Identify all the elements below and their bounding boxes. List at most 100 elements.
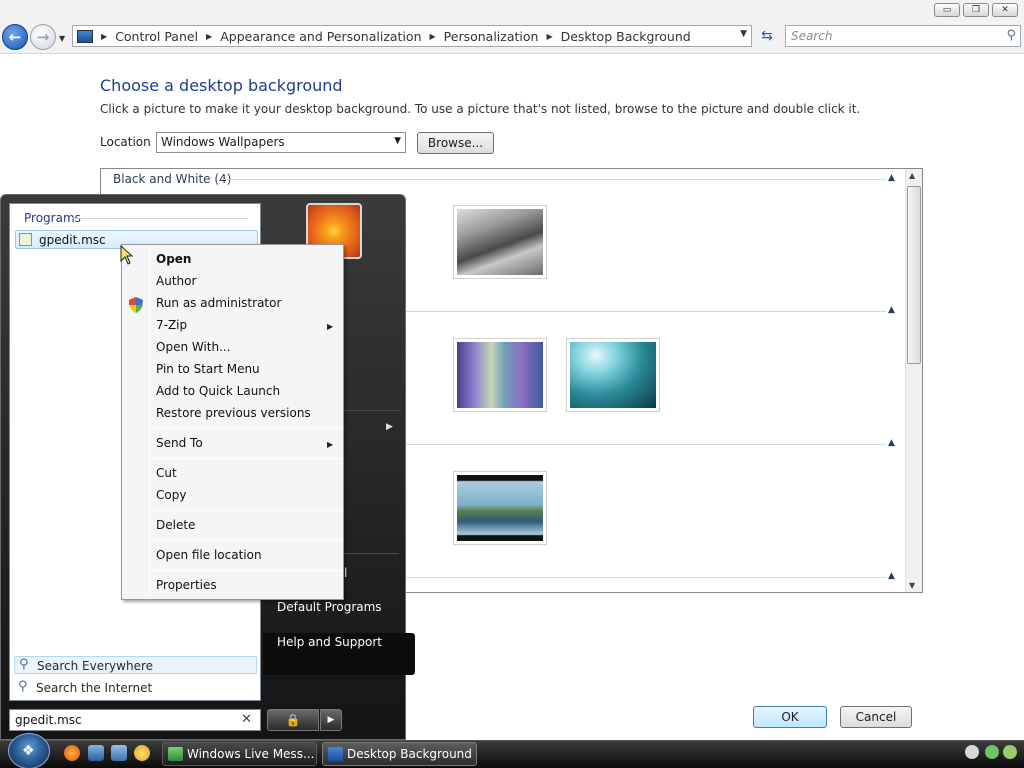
firefox-icon[interactable] [64,745,80,761]
chevron-right-icon[interactable]: ▶ [430,32,436,41]
help-support-item[interactable]: Help and Support [277,635,382,649]
menu-item-author[interactable]: Author [156,274,196,288]
breadcrumb-control-panel[interactable]: Control Panel [115,29,198,44]
refresh-icon: ⇆ [761,28,773,44]
search-everywhere-label: Search Everywhere [37,659,153,673]
menu-item-restore-versions[interactable]: Restore previous versions [156,406,311,420]
menu-separator [152,510,342,511]
wallpaper-thumbnail[interactable] [566,338,660,412]
breadcrumb-desktop-background[interactable]: Desktop Background [561,29,691,44]
recent-pages-dropdown[interactable]: ▼ [59,34,65,43]
menu-separator [152,428,342,429]
menu-item-delete[interactable]: Delete [156,518,195,532]
menu-icon-gutter [149,247,150,597]
cancel-button[interactable]: Cancel [840,706,912,728]
windows-logo-icon: ❖ [22,743,35,759]
chevron-right-icon[interactable]: ▶ [546,32,552,41]
menu-item-add-quick-launch[interactable]: Add to Quick Launch [156,384,280,398]
collapse-icon[interactable]: ▲ [888,571,895,581]
minimize-button[interactable]: ▭ [934,3,960,17]
clear-search-icon[interactable]: ✕ [241,712,252,727]
switch-windows-icon[interactable] [111,745,127,761]
menu-item-copy[interactable]: Copy [156,488,186,502]
menu-item-open-with[interactable]: Open With... [156,340,231,354]
program-item-label: gpedit.msc [39,233,106,247]
collapse-icon[interactable]: ▲ [888,438,895,448]
messenger-smiley-icon[interactable] [134,745,150,761]
search-internet-item[interactable]: ⚲ Search the Internet [14,679,257,697]
messenger-tray-icon[interactable] [965,745,979,759]
menu-item-open-file-location[interactable]: Open file location [156,548,262,562]
ok-button[interactable]: OK [753,706,827,728]
start-search-value: gpedit.msc [15,713,82,727]
default-programs-item[interactable]: Default Programs [277,600,382,614]
start-search-input[interactable]: gpedit.msc ✕ [9,709,261,731]
address-dropdown-icon[interactable]: ▼ [740,29,747,39]
chevron-right-icon: ▶ [327,715,335,725]
wallpaper-thumbnail[interactable] [453,338,547,412]
menu-item-run-as-admin[interactable]: Run as administrator [156,296,281,310]
search-placeholder: Search [791,29,833,43]
breadcrumb-personalization[interactable]: Personalization [444,29,539,44]
forward-button[interactable]: → [30,24,56,50]
power-options-button[interactable]: ▶ [320,709,342,731]
menu-item-7zip[interactable]: 7-Zip [156,318,187,332]
network-tray-icon[interactable] [985,745,999,759]
search-icon[interactable]: ⚲ [1006,28,1016,43]
start-button[interactable]: ❖ [8,733,50,768]
programs-divider [72,218,248,219]
back-arrow-icon: ← [8,28,22,46]
scroll-up-icon[interactable]: ▲ [909,171,915,180]
breadcrumb-appearance[interactable]: Appearance and Personalization [220,29,421,44]
search-input[interactable]: Search ⚲ [785,25,1021,47]
menu-item-properties[interactable]: Properties [156,578,217,592]
menu-item-open[interactable]: Open [156,252,191,266]
search-icon: ⚲ [19,657,29,672]
collapse-icon[interactable]: ▲ [888,305,895,315]
menu-separator [152,540,342,541]
chevron-right-icon[interactable]: ▶ [101,32,107,41]
collapse-icon[interactable]: ▲ [888,173,895,183]
gallery-scrollbar[interactable]: ▲ ▼ [905,169,922,592]
submenu-arrow-icon: ▶ [327,440,334,449]
menu-separator [152,458,342,459]
wallpaper-thumbnail[interactable] [453,205,547,279]
msc-file-icon [19,233,32,246]
menu-item-send-to[interactable]: Send To [156,436,203,450]
chevron-down-icon[interactable]: ▼ [394,136,401,146]
refresh-button[interactable]: ⇆ [756,26,778,46]
scroll-thumb[interactable] [907,186,921,364]
taskbar-button-label: Windows Live Mess... [187,747,315,761]
page-title: Choose a desktop background [100,76,343,95]
chevron-right-icon[interactable]: ▶ [206,32,212,41]
submenu-arrow-icon[interactable]: ▶ [386,422,393,432]
submenu-arrow-icon: ▶ [327,322,334,331]
taskbar [0,740,1024,768]
taskbar-button-label: Desktop Background [347,747,472,761]
back-button[interactable]: ← [2,24,28,50]
lock-button[interactable]: 🔒 [267,709,319,731]
address-bar[interactable]: ▶ Control Panel ▶ Appearance and Persona… [72,25,752,47]
menu-item-cut[interactable]: Cut [156,466,177,480]
wallpaper-thumbnail[interactable] [453,471,547,545]
browse-button[interactable]: Browse... [417,132,494,154]
wallpaper-image [570,342,656,408]
maximize-button[interactable]: ❐ [963,3,989,17]
group-header-black-white[interactable]: Black and White (4) [113,172,231,186]
scroll-down-icon[interactable]: ▼ [909,581,915,590]
group-divider [221,179,886,180]
show-desktop-icon[interactable] [88,745,104,761]
context-menu: Open Author Run as administrator 7-Zip ▶… [121,244,344,600]
close-button[interactable]: ✕ [992,3,1018,17]
wallpaper-image [457,209,543,275]
menu-item-pin-start[interactable]: Pin to Start Menu [156,362,260,376]
window-titlebar: ▭ ❐ ✕ [0,0,1024,20]
wallpaper-image [457,475,543,541]
right-item-partial[interactable]: l [344,566,347,580]
search-everywhere-item[interactable]: ⚲ Search Everywhere [14,656,257,674]
mouse-cursor-icon [120,245,134,265]
location-select[interactable]: Windows Wallpapers ▼ [156,132,406,153]
taskbar-button-messenger[interactable]: Windows Live Mess... [162,742,317,766]
volume-tray-icon[interactable] [1003,745,1017,759]
taskbar-button-desktop-background[interactable]: Desktop Background [322,742,477,766]
